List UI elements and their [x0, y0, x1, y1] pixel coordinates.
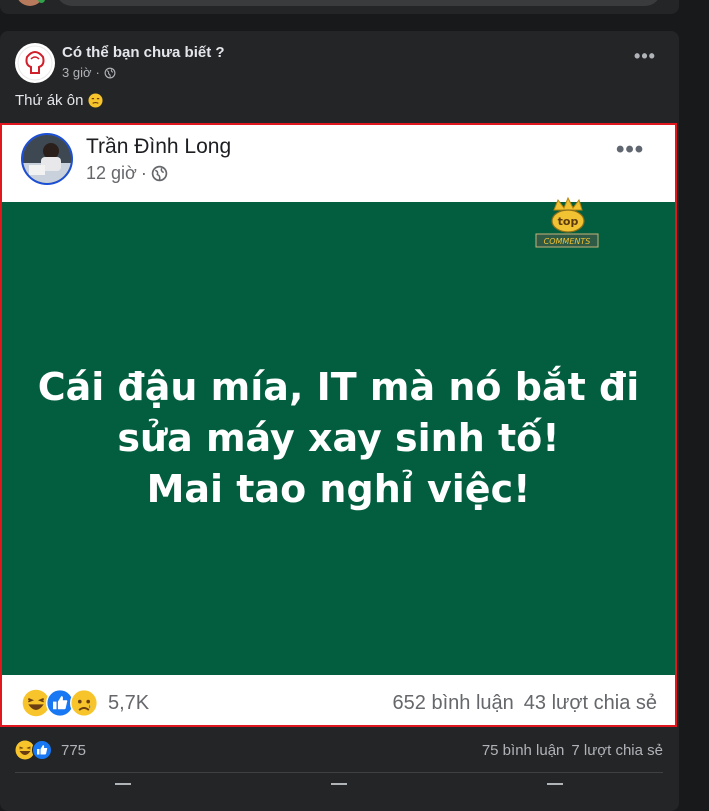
shared-share-count: 43 lượt chia sẻ	[523, 692, 657, 714]
post-caption: Thứ ák ôn	[15, 92, 103, 109]
reaction-count[interactable]: 775	[61, 742, 86, 759]
reaction-summary[interactable]	[15, 740, 52, 760]
share-count-link[interactable]: 7 lượt chia sẻ	[571, 742, 663, 759]
post-stats: 75 bình luận 7 lượt chia sẻ	[482, 742, 663, 759]
svg-text:COMMENTS: COMMENTS	[544, 237, 591, 246]
shared-post-stats: 652 bình luận 43 lượt chia sẻ	[393, 692, 657, 715]
post-time[interactable]: 3 giờ	[62, 65, 92, 80]
footer-divider	[15, 772, 663, 773]
shared-reaction-icons	[22, 689, 98, 717]
like-icon	[115, 783, 131, 793]
shared-post-screenshot[interactable]: Trần Đình Long 12 giờ · ••• top COMMENTS	[0, 123, 677, 727]
shared-post-text-background: top COMMENTS Cái đậu mía, IT mà nó bắt đ…	[2, 196, 675, 675]
shared-reaction-count: 5,7K	[108, 692, 150, 714]
shared-author-avatar	[21, 133, 73, 185]
quote-line: Mai tao nghỉ việc!	[146, 467, 531, 511]
share-button[interactable]	[447, 779, 663, 799]
page-logo-icon	[17, 45, 53, 81]
shared-post-time: 12 giờ	[86, 163, 137, 183]
shared-author-name: Trần Đình Long	[86, 135, 232, 158]
previous-post-card	[0, 0, 679, 14]
shared-post-meta: 12 giờ ·	[86, 163, 168, 184]
shared-more-icon: •••	[616, 136, 645, 163]
top-comments-watermark: top COMMENTS	[535, 196, 599, 248]
online-status-dot	[38, 0, 45, 3]
post-more-options-button[interactable]: •••	[628, 47, 662, 71]
meta-separator: ·	[95, 65, 100, 80]
comment-input[interactable]	[56, 0, 661, 6]
page-avatar[interactable]	[15, 43, 55, 83]
shared-post-quote: Cái đậu mía, IT mà nó bắt đi sửa máy xay…	[2, 362, 675, 515]
post-author-name[interactable]: Có thể bạn chưa biết ?	[62, 44, 225, 61]
post-card: Có thể bạn chưa biết ? 3 giờ · ••• Thứ á…	[0, 31, 679, 811]
globe-icon	[104, 67, 116, 78]
like-button[interactable]	[15, 779, 231, 799]
unamused-face-icon	[88, 93, 103, 108]
globe-icon	[151, 165, 168, 182]
shared-post-footer: 5,7K 652 bình luận 43 lượt chia sẻ	[2, 675, 675, 725]
sad-icon	[70, 689, 98, 717]
quote-line: Cái đậu mía, IT mà nó bắt đi	[37, 365, 640, 409]
share-icon	[547, 783, 563, 793]
post-action-bar	[15, 779, 663, 799]
caption-text: Thứ ák ôn	[15, 92, 84, 109]
svg-text:top: top	[558, 215, 579, 228]
like-icon	[32, 740, 52, 760]
person-photo-icon	[23, 135, 71, 183]
comment-count-link[interactable]: 75 bình luận	[482, 742, 565, 759]
meta-separator: ·	[140, 163, 147, 183]
quote-line: sửa máy xay sinh tố!	[117, 416, 560, 460]
comment-icon	[331, 783, 347, 793]
shared-comment-count: 652 bình luận	[392, 692, 514, 714]
post-meta: 3 giờ ·	[62, 65, 116, 80]
comment-button[interactable]	[231, 779, 447, 799]
